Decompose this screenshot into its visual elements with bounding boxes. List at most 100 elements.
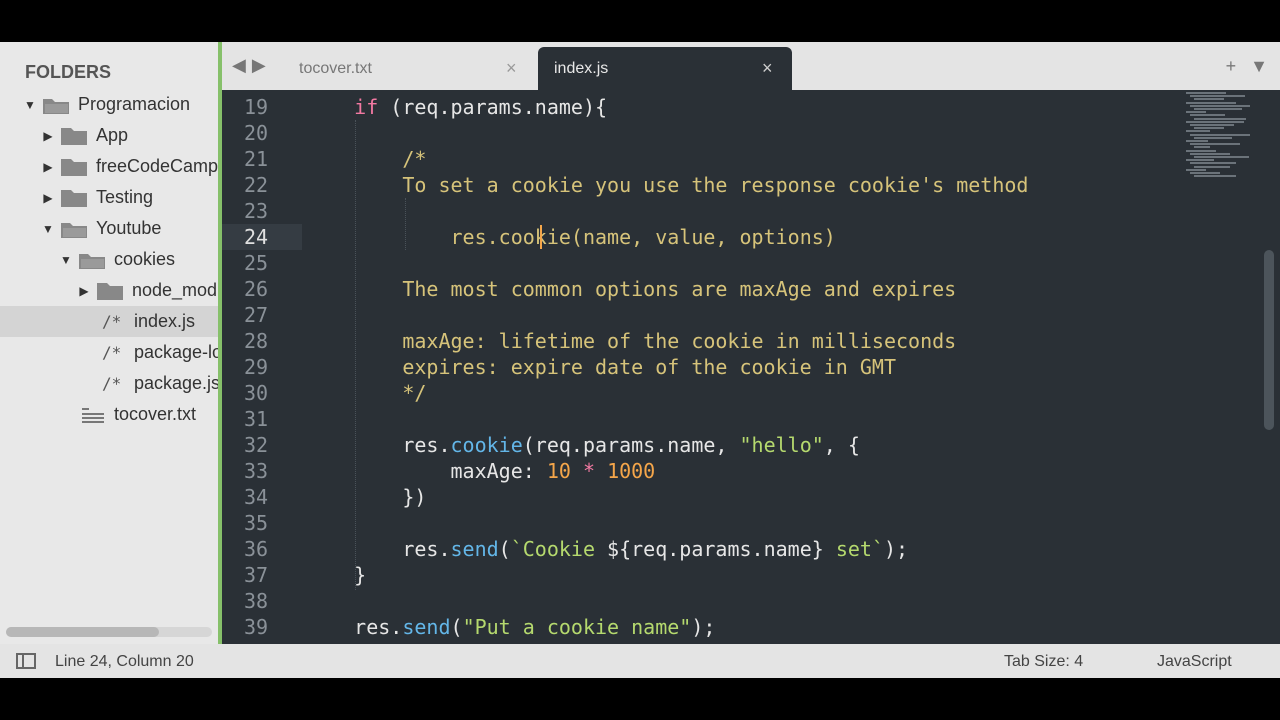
chevron-right-icon[interactable]: ▶ bbox=[42, 160, 54, 174]
line-number: 36 bbox=[244, 537, 269, 561]
minimap-line bbox=[1186, 140, 1208, 142]
chevron-down-icon[interactable]: ▼ bbox=[24, 98, 36, 112]
line-number: 19 bbox=[244, 95, 269, 119]
line-number: 38 bbox=[244, 589, 269, 613]
tree-item-label: Testing bbox=[96, 187, 154, 207]
minimap-line bbox=[1190, 152, 1230, 155]
tree-folder-testing[interactable]: ▶ Testing bbox=[0, 182, 218, 213]
minimap-line bbox=[1186, 111, 1206, 114]
code-editor[interactable]: 19 20 21 22 23 24 25 26 27 28 29 30 31 3… bbox=[222, 90, 1280, 644]
tree-item-label: App bbox=[96, 125, 129, 145]
tab-label: tocover.txt bbox=[299, 59, 372, 77]
line-number: 20 bbox=[244, 121, 269, 145]
tree-folder-app[interactable]: ▶ App bbox=[0, 120, 218, 151]
line-number: 27 bbox=[244, 303, 269, 327]
line-number: 34 bbox=[244, 485, 269, 509]
code-area[interactable]: if (req.params.name){ /* To set a cookie… bbox=[306, 90, 1186, 644]
code-line[interactable]: expires: expire date of the cookie in GM… bbox=[306, 354, 896, 380]
code-line[interactable]: maxAge: lifetime of the cookie in millis… bbox=[306, 328, 956, 354]
code-line[interactable]: res.send(`Cookie ${req.params.name} set`… bbox=[306, 536, 908, 562]
code-line[interactable]: The most common options are maxAge and e… bbox=[306, 276, 956, 302]
close-icon[interactable]: × bbox=[506, 58, 517, 79]
arrow-left-icon[interactable]: ◀ bbox=[232, 55, 246, 76]
tree-item-label: package.jso bbox=[134, 373, 218, 393]
minimap[interactable] bbox=[1186, 92, 1256, 192]
chevron-right-icon[interactable]: ▶ bbox=[42, 129, 54, 143]
arrow-right-icon[interactable]: ▶ bbox=[252, 55, 266, 76]
line-number-gutter: 19 20 21 22 23 24 25 26 27 28 29 30 31 3… bbox=[222, 90, 302, 644]
js-file-icon: /* bbox=[102, 374, 122, 393]
line-number: 25 bbox=[244, 251, 269, 275]
line-number-current: 24 bbox=[222, 224, 302, 250]
tree-folder-youtube[interactable]: ▼ Youtube bbox=[0, 213, 218, 244]
tree-folder-programacion[interactable]: ▼ Programacion bbox=[0, 89, 218, 120]
chevron-right-icon[interactable]: ▶ bbox=[78, 284, 90, 298]
text-file-icon bbox=[82, 407, 106, 423]
tree-folder-node-modules[interactable]: ▶ node_mod bbox=[0, 275, 218, 306]
tree-file-package-json[interactable]: /* package.jso bbox=[0, 368, 218, 399]
chevron-down-icon[interactable]: ▼ bbox=[1250, 56, 1268, 77]
chevron-down-icon[interactable]: ▼ bbox=[42, 222, 54, 236]
minimap-line bbox=[1190, 95, 1245, 98]
chevron-down-icon[interactable]: ▼ bbox=[60, 253, 72, 267]
tab-index-js[interactable]: index.js × bbox=[538, 47, 792, 90]
panel-toggle-icon[interactable] bbox=[16, 653, 36, 669]
minimap-line bbox=[1190, 162, 1236, 165]
line-number: 23 bbox=[244, 199, 269, 223]
folders-heading: FOLDERS bbox=[25, 62, 112, 82]
code-line[interactable]: maxAge: 10 * 1000 bbox=[306, 458, 656, 484]
code-line[interactable]: res.cookie(name, value, options) bbox=[306, 224, 836, 250]
code-line[interactable]: res.cookie(req.params.name, "hello", { bbox=[306, 432, 860, 458]
minimap-line bbox=[1194, 108, 1242, 110]
minimap-line bbox=[1194, 156, 1249, 158]
code-line[interactable]: res.send("Put a cookie name"); bbox=[306, 614, 715, 640]
close-icon[interactable]: × bbox=[762, 58, 773, 79]
minimap-line bbox=[1186, 149, 1216, 152]
folder-open-icon bbox=[42, 95, 72, 115]
sidebar-scrollbar-thumb[interactable] bbox=[6, 627, 159, 637]
syntax-mode[interactable]: JavaScript bbox=[1157, 653, 1232, 671]
line-number: 30 bbox=[244, 381, 269, 405]
line-number: 26 bbox=[244, 277, 269, 301]
code-line[interactable]: /* bbox=[306, 146, 426, 172]
tree-item-label: node_mod bbox=[132, 280, 218, 300]
tab-size[interactable]: Tab Size: 4 bbox=[1004, 653, 1083, 671]
js-file-icon: /* bbox=[102, 312, 122, 331]
minimap-line bbox=[1186, 101, 1236, 104]
tree-file-package-lock[interactable]: /* package-lo bbox=[0, 337, 218, 368]
tree-item-label: freeCodeCamp bbox=[96, 156, 218, 176]
tab-tocover-txt[interactable]: tocover.txt × bbox=[280, 47, 538, 90]
minimap-line bbox=[1190, 114, 1225, 117]
code-line[interactable]: */ bbox=[306, 380, 426, 406]
code-line[interactable]: To set a cookie you use the response coo… bbox=[306, 172, 1028, 198]
minimap-line bbox=[1194, 175, 1236, 178]
code-line[interactable]: }) bbox=[306, 484, 426, 510]
folder-icon bbox=[60, 126, 90, 146]
folder-icon bbox=[60, 188, 90, 208]
minimap-line bbox=[1190, 104, 1250, 107]
tree-file-tocover-txt[interactable]: tocover.txt bbox=[0, 399, 218, 430]
chevron-right-icon[interactable]: ▶ bbox=[42, 191, 54, 205]
sidebar-scrollbar[interactable] bbox=[6, 627, 212, 637]
plus-icon[interactable]: + bbox=[1226, 56, 1237, 77]
status-bar: Line 24, Column 20 Tab Size: 4 JavaScrip… bbox=[0, 644, 1280, 678]
folder-open-icon bbox=[78, 250, 108, 270]
minimap-line bbox=[1186, 120, 1244, 123]
line-number: 32 bbox=[244, 433, 269, 457]
minimap-line bbox=[1186, 159, 1214, 162]
editor-window: FOLDERS ▼ Programacion ▶ App ▶ freeCodeC… bbox=[0, 42, 1280, 678]
code-line[interactable]: } bbox=[306, 562, 366, 588]
minimap-line bbox=[1186, 168, 1206, 171]
editor-scrollbar-thumb[interactable] bbox=[1264, 250, 1274, 430]
minimap-line bbox=[1194, 146, 1210, 149]
line-number: 28 bbox=[244, 329, 269, 353]
tree-file-index-js[interactable]: /* index.js bbox=[0, 306, 218, 337]
minimap-line bbox=[1186, 92, 1226, 94]
folder-icon bbox=[96, 281, 126, 301]
code-line[interactable]: if (req.params.name){ bbox=[306, 94, 607, 120]
line-number: 35 bbox=[244, 511, 269, 535]
folder-open-icon bbox=[60, 219, 90, 239]
tree-folder-freecodecamp[interactable]: ▶ freeCodeCamp bbox=[0, 151, 218, 182]
line-number: 31 bbox=[244, 407, 269, 431]
tree-folder-cookies[interactable]: ▼ cookies bbox=[0, 244, 218, 275]
